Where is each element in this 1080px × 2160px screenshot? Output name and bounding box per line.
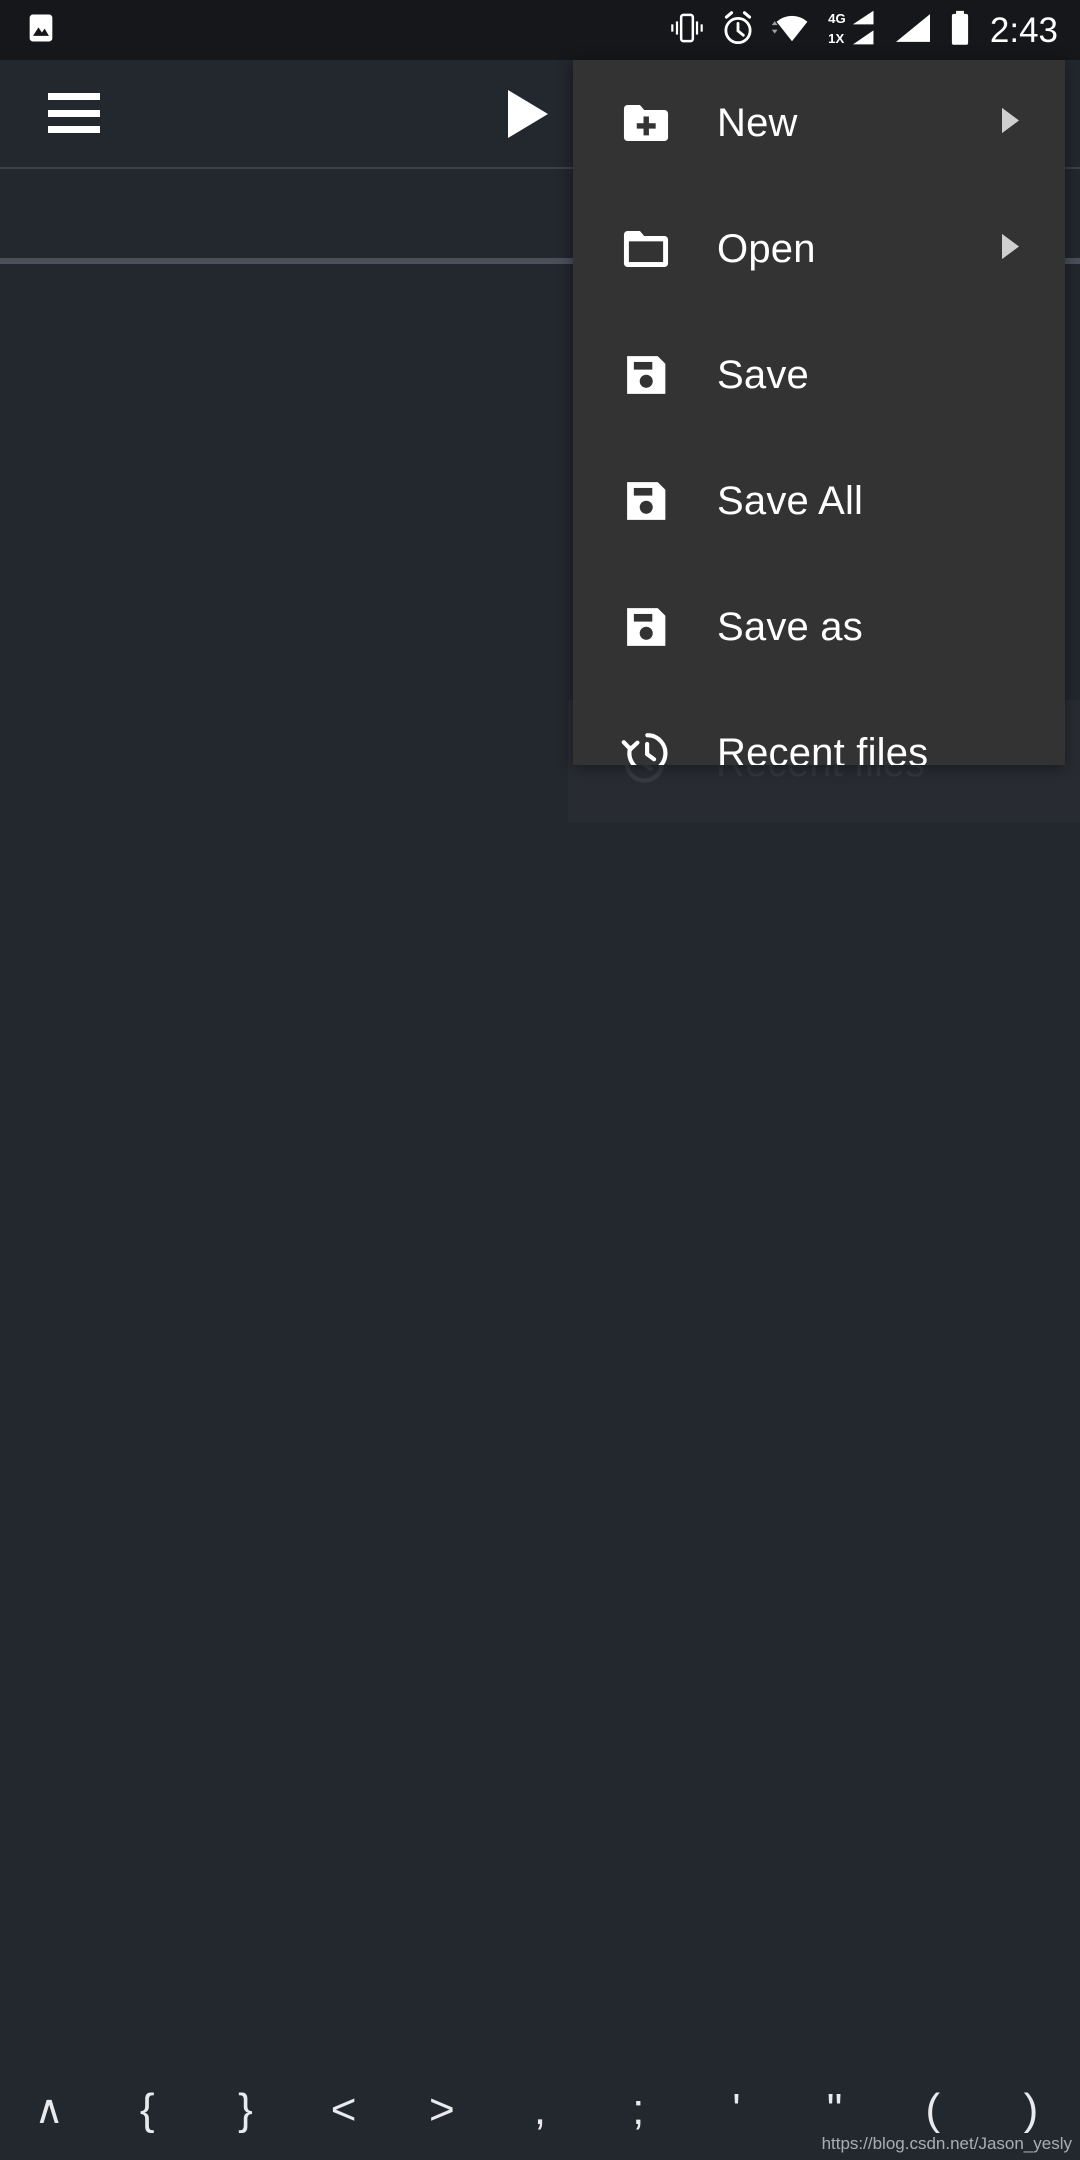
menu-item-open[interactable]: Open (573, 186, 1065, 312)
save-as-icon (619, 600, 673, 654)
signal-cellular-icon (892, 11, 934, 50)
menu-item-label: Save as (717, 604, 863, 649)
battery-full-icon (948, 10, 972, 51)
menu-item-label: Open (717, 226, 816, 271)
history-icon (619, 726, 673, 765)
apostrophe-key[interactable]: ' (687, 2088, 785, 2132)
paren-close-key[interactable]: ) (982, 2088, 1080, 2132)
paren-open-key[interactable]: ( (884, 2088, 982, 2132)
menu-icon[interactable] (48, 93, 100, 133)
phone-screen: 4G 1X 2:43 New Open Save Save All Save a… (0, 0, 1080, 2160)
menu-item-save-all[interactable]: Save All (573, 438, 1065, 564)
chevron-right-icon (997, 106, 1023, 141)
save-icon (619, 348, 673, 402)
less-than-key[interactable]: < (295, 2088, 393, 2132)
folder-icon (619, 222, 673, 276)
semicolon-key[interactable]: ; (589, 2088, 687, 2132)
status-bar: 4G 1X 2:43 (0, 0, 1080, 60)
svg-text:1X: 1X (828, 31, 844, 46)
quote-key[interactable]: " (786, 2088, 884, 2132)
comma-key[interactable]: , (491, 2088, 589, 2132)
play-icon[interactable] (498, 86, 558, 142)
chevron-right-icon (997, 232, 1023, 267)
chevron-up-key[interactable]: ∧ (0, 2090, 98, 2130)
menu-item-label: New (717, 100, 798, 145)
menu-item-label: Save (717, 352, 809, 397)
menu-item-new[interactable]: New (573, 60, 1065, 186)
wifi-icon (770, 11, 814, 50)
alarm-clock-icon (720, 10, 756, 50)
greater-than-key[interactable]: > (393, 2088, 491, 2132)
status-bar-left (0, 11, 58, 50)
signal-4g-icon: 4G 1X (828, 9, 878, 52)
watermark-text: https://blog.csdn.net/Jason_yesly (821, 2134, 1072, 2153)
vibrate-icon (668, 11, 706, 50)
brace-open-key[interactable]: { (98, 2088, 196, 2132)
menu-icon-line (48, 109, 100, 117)
image-notification-icon (24, 11, 58, 50)
status-bar-clock: 2:43 (989, 10, 1058, 50)
menu-item-label: Save All (717, 478, 864, 523)
folder-plus-icon (619, 96, 673, 150)
brace-close-key[interactable]: } (196, 2088, 294, 2132)
save-all-icon (619, 474, 673, 528)
menu-item-label: Recent files (717, 730, 929, 766)
status-bar-right: 4G 1X 2:43 (668, 9, 1080, 52)
file-dropdown-menu[interactable]: New Open Save Save All Save as Recent fi… (573, 60, 1065, 765)
menu-icon-line (48, 126, 100, 133)
menu-item-recent-files[interactable]: Recent files (573, 690, 1065, 765)
menu-icon-line (48, 93, 100, 100)
menu-item-save-as[interactable]: Save as (573, 564, 1065, 690)
svg-text:4G: 4G (828, 11, 846, 26)
menu-item-save[interactable]: Save (573, 312, 1065, 438)
